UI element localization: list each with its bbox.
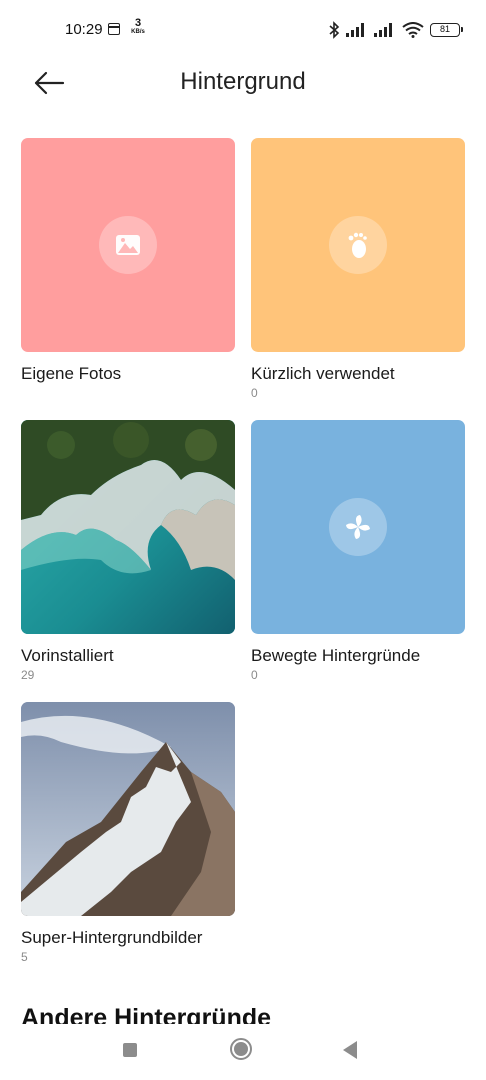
battery-indicator: 81	[430, 23, 463, 37]
tile-vorinstalliert[interactable]	[21, 420, 235, 634]
tile-kuerzlich-verwendet[interactable]	[251, 138, 465, 352]
footprint-icon	[348, 232, 367, 258]
coast-photo	[21, 420, 235, 634]
tile-bewegte-hintergruende[interactable]	[251, 420, 465, 634]
tile-count: 29	[21, 668, 35, 682]
wifi-icon	[402, 22, 424, 38]
tile-label: Vorinstalliert	[21, 646, 114, 665]
bluetooth-icon	[329, 21, 340, 39]
calendar-icon	[108, 23, 120, 35]
mountain-photo	[21, 702, 235, 916]
pinwheel-icon-circle	[329, 498, 387, 556]
network-speed: 3 KB/s	[131, 17, 145, 36]
navigation-bar	[0, 1024, 486, 1080]
circle-icon[interactable]	[230, 1038, 252, 1060]
square-icon[interactable]	[123, 1043, 137, 1057]
tile-label: Eigene Fotos	[21, 364, 122, 383]
signal-icon-2	[374, 23, 392, 37]
image-icon	[116, 235, 140, 255]
triangle-back-icon[interactable]	[343, 1041, 357, 1059]
tile-super-hintergrundbilder[interactable]	[21, 702, 235, 916]
page-title: Hintergrund	[180, 68, 306, 95]
pinwheel-icon	[346, 515, 370, 539]
tile-label: Super-Hintergrundbilder	[21, 928, 203, 947]
status-time: 10:29	[65, 21, 103, 38]
status-bar: 10:29 3 KB/s 81	[0, 0, 486, 60]
tile-count: 0	[251, 668, 258, 682]
tile-count: 0	[251, 386, 258, 400]
footprint-icon-circle	[329, 216, 387, 274]
tile-count: 5	[21, 950, 28, 964]
signal-icon	[346, 23, 364, 37]
tile-eigene-fotos[interactable]	[21, 138, 235, 352]
tile-label: Kürzlich verwendet	[251, 364, 395, 383]
image-icon-circle	[99, 216, 157, 274]
tile-label: Bewegte Hintergründe	[251, 646, 421, 665]
